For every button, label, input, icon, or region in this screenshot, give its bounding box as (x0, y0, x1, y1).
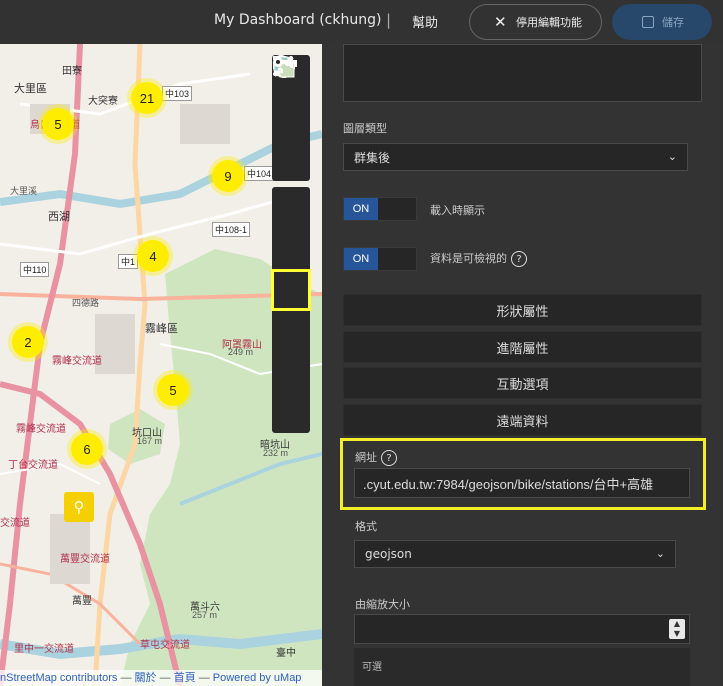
bicycle-icon: ⚲ (73, 498, 85, 516)
marker-cluster[interactable]: 5 (42, 108, 74, 140)
label-dali-river: 大里溪 (10, 186, 38, 196)
label-jiaoliudao: 交流道 (0, 518, 30, 529)
label-dali: 大里區 (14, 83, 47, 95)
road-number: 中103 (162, 86, 193, 101)
about-link[interactable]: 關於 (135, 672, 157, 684)
marker-cluster[interactable]: 2 (12, 326, 44, 358)
show-on-load-label: 載入時顯示 (430, 204, 485, 217)
disable-edit-label: 停用編輯功能 (516, 16, 582, 29)
section-interaction-options[interactable]: 互動選項 (343, 367, 702, 399)
label-arlikengshan-elev: 249 m (228, 347, 254, 357)
label-taichung: 臺中 (276, 648, 296, 659)
save-button[interactable]: 儲存 (612, 4, 712, 40)
label-kengkoushan-elev: 167 m (137, 436, 163, 446)
bike-marker[interactable]: ⚲ (64, 492, 94, 522)
close-icon: ✕ (494, 13, 507, 31)
browsable-label: 資料是可檢視的? (430, 250, 527, 267)
section-remote-data[interactable]: 遠端資料 (343, 404, 702, 436)
map-edit-toolbar (271, 55, 311, 439)
label-jueshan-elev: 232 m (263, 448, 289, 458)
show-on-load-toggle[interactable]: ON (343, 197, 417, 221)
center-icon[interactable] (272, 57, 310, 390)
chevron-down-icon: ⌄ (655, 547, 665, 560)
optional-hint: 可選 (354, 648, 690, 686)
polyline-icon[interactable] (272, 56, 310, 138)
upload-icon[interactable] (272, 56, 310, 230)
tilelayer-icon[interactable] (272, 56, 310, 350)
marker-cluster[interactable]: 9 (212, 160, 244, 192)
marker-cluster[interactable]: 4 (137, 240, 169, 272)
description-textarea[interactable] (343, 44, 702, 102)
label-lizhong-ic: 里中一交流道 (14, 644, 74, 655)
osm-attribution-link[interactable]: nStreetMap contributors (0, 672, 117, 684)
layer-type-label: 圖層類型 (343, 122, 387, 135)
label-wanfeng: 萬豐 (72, 596, 92, 607)
map-title[interactable]: My Dashboard (ckhung) (214, 12, 381, 28)
section-shape-properties[interactable]: 形狀屬性 (343, 294, 702, 326)
label-xihu: 西湖 (48, 211, 70, 223)
help-icon[interactable]: ? (381, 450, 397, 466)
title-separator: | (386, 11, 392, 29)
disable-edit-button[interactable]: ✕ 停用編輯功能 (469, 4, 602, 40)
road-number: 中110 (20, 262, 50, 277)
label-wufeng-ic: 霧峰交流道 (52, 356, 102, 367)
label-dingtai-ic: 丁台交流道 (8, 460, 58, 471)
road-number: 中104 (244, 166, 275, 181)
layers-icon[interactable] (271, 57, 311, 311)
map-attribution: nStreetMap contributors — 關於 — 首頁 — Powe… (0, 670, 322, 686)
umap-editor: My Dashboard (ckhung) | 幫助 ✕ 停用編輯功能 儲存 大… (0, 0, 723, 686)
label-datuzhai: 大突寮 (88, 96, 118, 107)
top-bar: My Dashboard (ckhung) | 幫助 ✕ 停用編輯功能 儲存 (0, 0, 723, 44)
zoom-from-input[interactable]: ▲ ▼ (354, 614, 690, 644)
marker-cluster[interactable]: 6 (71, 433, 103, 465)
url-label: 網址? (355, 449, 397, 466)
settings-icon[interactable] (272, 56, 310, 270)
powered-by-link[interactable]: Powered by uMap (213, 672, 302, 684)
layer-type-select[interactable]: 群集後 ⌄ (343, 143, 688, 171)
browsable-text: 資料是可檢視的 (430, 252, 507, 265)
marker-cluster[interactable]: 5 (157, 374, 189, 406)
toggle-on-state: ON (344, 248, 378, 270)
map-view[interactable]: 大里區 田寮 大突寮 西湖 霧峰區 阿罩霧山 249 m 坑口山 167 m 暗… (0, 44, 322, 686)
urban-block (180, 104, 230, 144)
label-caozhong-ic: 草屯交流道 (140, 640, 190, 651)
label-tianliao: 田寮 (62, 66, 82, 77)
format-label: 格式 (355, 520, 377, 533)
label-guanshan-elev: 257 m (192, 610, 218, 620)
remote-url-input[interactable]: .cyut.edu.tw:7984/geojson/bike/stations/… (354, 468, 690, 498)
settings-tools (271, 56, 311, 433)
browsable-toggle[interactable]: ON (343, 247, 417, 271)
help-link[interactable]: 幫助 (412, 12, 438, 31)
label-wanfeng-ic: 萬豐交流道 (60, 554, 110, 565)
format-select[interactable]: geojson ⌄ (354, 540, 676, 568)
urban-block (50, 514, 90, 584)
zoom-from-label: 由縮放大小 (355, 598, 410, 611)
save-label: 儲存 (662, 16, 684, 29)
home-link[interactable]: 首頁 (174, 672, 196, 684)
number-spinner[interactable]: ▲ ▼ (669, 619, 685, 639)
format-value: geojson (365, 547, 412, 561)
layer-properties-panel: 圖層類型 群集後 ⌄ ON 載入時顯示 ON 資料是可檢視的? 形狀屬性 進階屬… (322, 44, 723, 686)
road-number: 中108-1 (212, 222, 251, 237)
toggle-on-state: ON (344, 198, 378, 220)
polygon-icon[interactable] (272, 56, 310, 178)
help-icon[interactable]: ? (511, 251, 527, 267)
save-icon (642, 16, 654, 28)
label-sixin-road: 四德路 (72, 298, 100, 308)
label-wufeng-ic-2: 霧峰交流道 (16, 424, 66, 435)
section-advanced-properties[interactable]: 進階屬性 (343, 331, 702, 363)
label-wufeng: 霧峰區 (145, 323, 178, 335)
url-label-text: 網址 (355, 451, 377, 464)
permissions-icon[interactable] (272, 57, 310, 430)
layer-type-value: 群集後 (354, 150, 391, 165)
road-number: 中1 (118, 254, 139, 269)
chevron-down-icon: ⌄ (667, 150, 677, 163)
marker-cluster[interactable]: 21 (131, 82, 163, 114)
